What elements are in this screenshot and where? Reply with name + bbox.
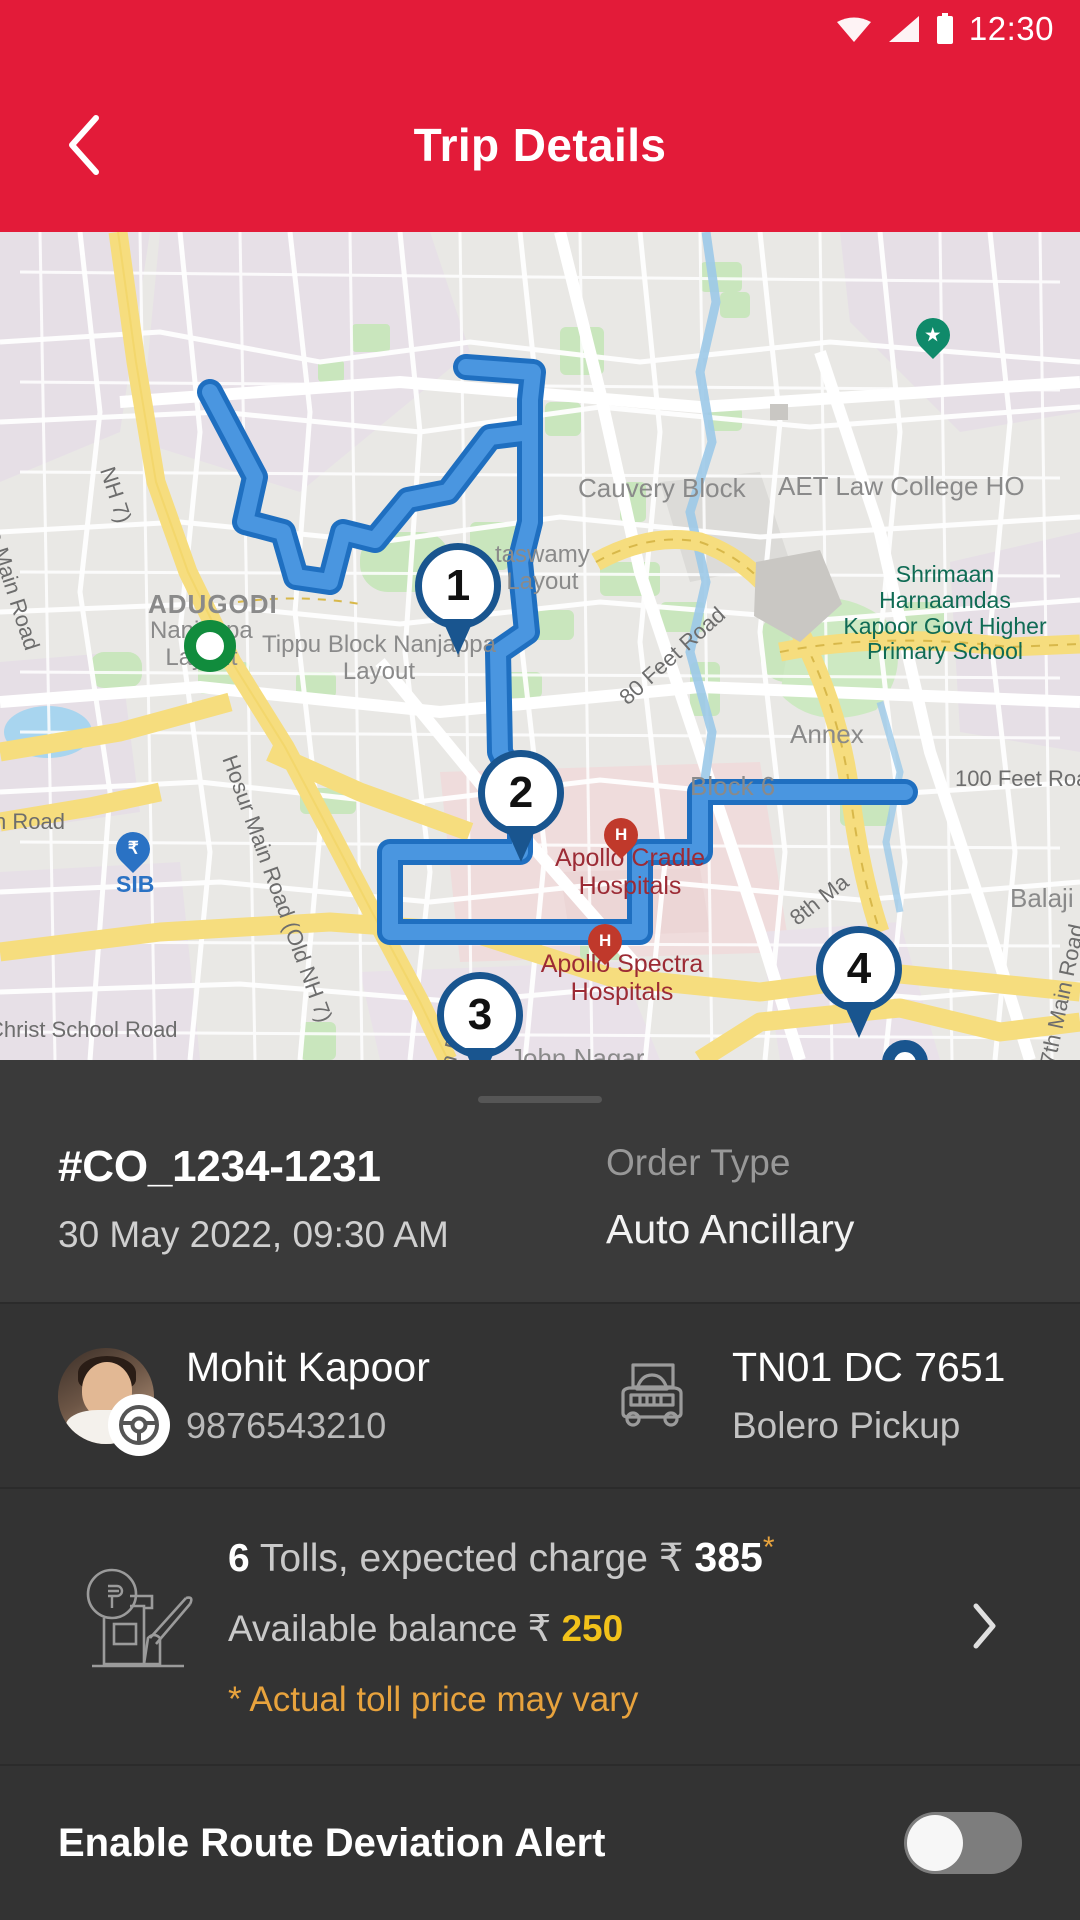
toll-disclaimer: * Actual toll price may vary [228, 1680, 639, 1719]
rupee-symbol: ₹ [658, 1537, 684, 1580]
route-stop-label: 1 [445, 561, 471, 610]
route-stop-label: 4 [846, 944, 872, 993]
driver-name: Mohit Kapoor [186, 1344, 430, 1390]
trip-details-screen: 12:30 Trip Details ★ H H ₹ 1 2 3 4 Cauve… [0, 0, 1080, 1920]
route-stop-pin-1[interactable]: 1 [415, 543, 501, 629]
route-deviation-alert-label: Enable Route Deviation Alert [58, 1820, 606, 1865]
toggle-knob [907, 1815, 963, 1871]
cellular-signal-icon [888, 16, 919, 42]
status-bar-clock: 12:30 [968, 10, 1054, 47]
page-title: Trip Details [413, 119, 667, 171]
toll-amount: 385 [694, 1534, 763, 1580]
vehicle-block: TN01 DC 7651 Bolero Pickup [606, 1344, 1022, 1447]
route-stop-pin-4[interactable]: 4 [816, 926, 902, 1012]
route-stop-label: 3 [467, 990, 493, 1039]
vehicle-plate: TN01 DC 7651 [732, 1344, 1006, 1390]
chevron-right-icon [973, 1603, 996, 1648]
driver-block[interactable]: Mohit Kapoor 9876543210 [58, 1344, 606, 1456]
app-bar: Trip Details [0, 58, 1080, 232]
toll-details-button[interactable] [948, 1602, 1022, 1650]
steering-wheel-icon [108, 1393, 170, 1456]
order-id: #CO_1234-1231 [58, 1142, 381, 1191]
status-bar: 12:30 [0, 0, 1080, 58]
toll-asterisk: * [762, 1531, 775, 1564]
toll-count: 6 [228, 1537, 250, 1580]
toll-count-suffix: Tolls, expected charge [249, 1537, 659, 1580]
back-button[interactable] [52, 112, 118, 178]
route-stop-pin-3[interactable]: 3 [437, 972, 523, 1058]
chevron-left-icon [69, 115, 99, 175]
battery-icon [936, 13, 953, 44]
pickup-truck-icon [621, 1362, 683, 1427]
trip-route-map[interactable]: ★ H H ▤ ₹ NH44 1 2 3 4 Cauvery Block AET… [0, 232, 1080, 1060]
vehicle-model: Bolero Pickup [732, 1405, 961, 1446]
balance-amount: 250 [561, 1608, 624, 1649]
toll-booth-icon [86, 1568, 193, 1667]
sheet-drag-handle[interactable] [478, 1096, 602, 1103]
wifi-icon [836, 17, 871, 42]
driver-phone[interactable]: 9876543210 [186, 1405, 430, 1447]
order-date: 30 May 2022, 09:30 AM [58, 1214, 449, 1255]
map-canvas [0, 232, 1080, 1060]
balance-label: Available balance [228, 1608, 528, 1649]
route-stop-label: 2 [508, 768, 534, 817]
toll-balance-line: Available balance ₹ 250 [228, 1607, 948, 1650]
toll-charge-line: 6 Tolls, expected charge ₹ 385* [228, 1531, 948, 1581]
trip-details-sheet: #CO_1234-1231 30 May 2022, 09:30 AM Orde… [0, 1060, 1080, 1920]
route-deviation-alert-toggle[interactable] [904, 1812, 1022, 1874]
toll-summary-row[interactable]: 6 Tolls, expected charge ₹ 385* Availabl… [0, 1489, 1080, 1764]
route-deviation-alert-row[interactable]: Enable Route Deviation Alert [0, 1766, 1080, 1914]
balance-rupee-symbol: ₹ [527, 1608, 552, 1649]
driver-vehicle-section: Mohit Kapoor 9876543210 TN01 DC 7651 Bol… [0, 1304, 1080, 1487]
route-stop-pin-2[interactable]: 2 [478, 750, 564, 836]
route-start-marker[interactable] [184, 620, 236, 672]
order-type-label: Order Type [606, 1142, 791, 1183]
order-type-value: Auto Ancillary [606, 1206, 855, 1252]
